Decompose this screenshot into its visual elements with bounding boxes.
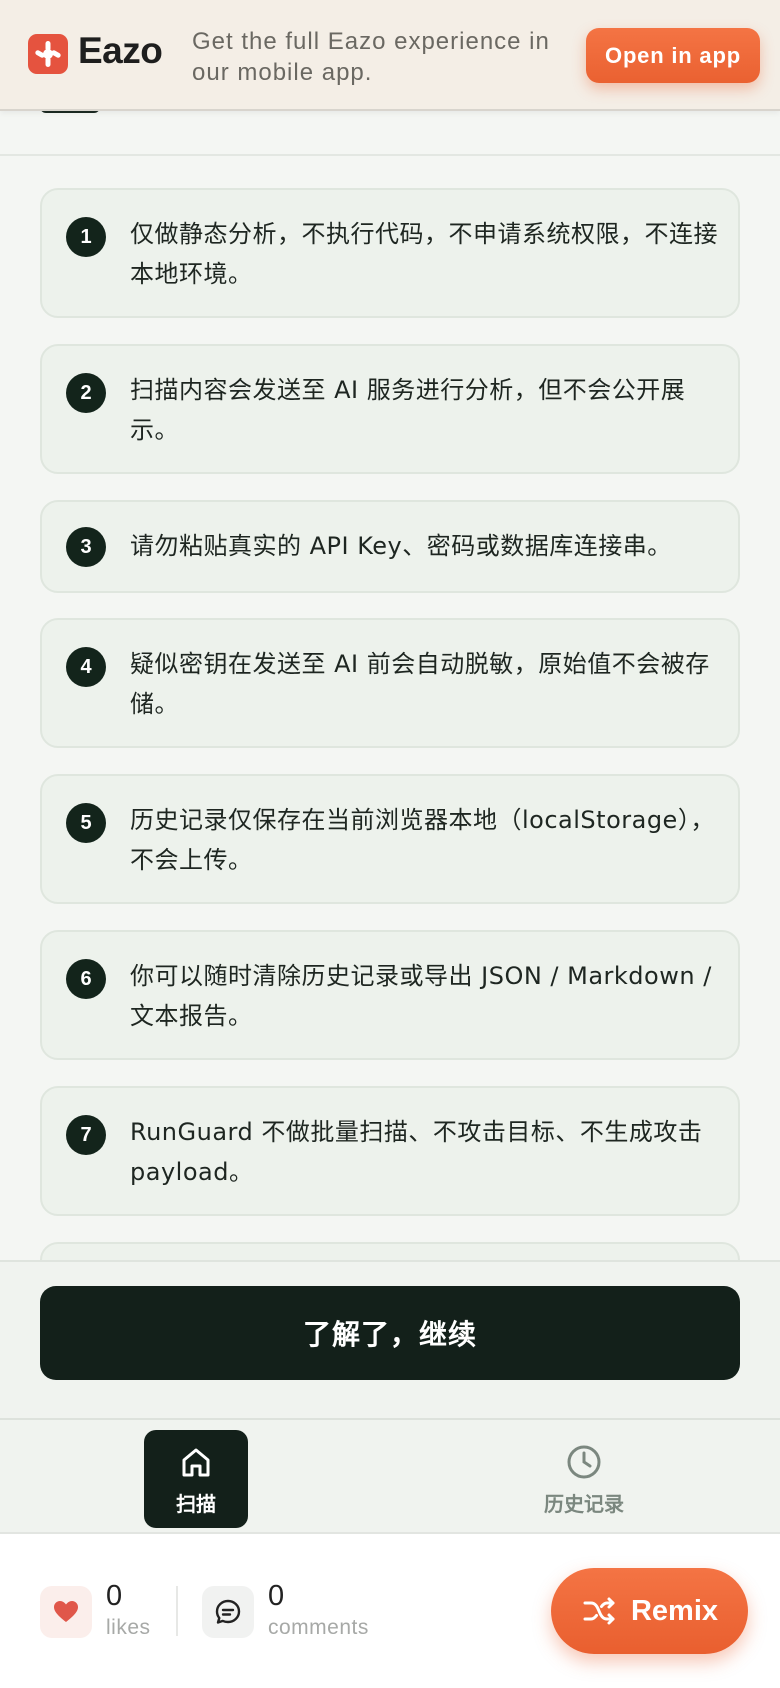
- heart-icon: [54, 1601, 78, 1622]
- comment-icon: [215, 1599, 241, 1624]
- list-item: 5 历史记录仅保存在当前浏览器本地（localStorage），不会上传。: [40, 774, 740, 904]
- item-number: 4: [66, 647, 106, 687]
- comments-count: 0: [268, 1580, 285, 1612]
- remix-button[interactable]: Remix: [551, 1568, 748, 1654]
- item-number: 1: [66, 217, 106, 257]
- tab-history[interactable]: 历史记录: [532, 1430, 636, 1528]
- list-item: 4 疑似密钥在发送至 AI 前会自动脱敏，原始值不会被存储。: [40, 618, 740, 748]
- continue-button[interactable]: 了解了，继续: [40, 1286, 740, 1380]
- banner-message: Get the full Eazo experience in our mobi…: [192, 28, 550, 86]
- divider: [0, 154, 780, 156]
- item-number: 2: [66, 373, 106, 413]
- item-text: 你可以随时清除历史记录或导出 JSON / Markdown / 文本报告。: [130, 962, 712, 1030]
- item-text: 请勿粘贴真实的 API Key、密码或数据库连接串。: [130, 532, 672, 560]
- item-number: 7: [66, 1115, 106, 1155]
- tab-bar: 扫描 历史记录: [0, 1418, 780, 1534]
- eazo-logo-icon: [28, 34, 68, 74]
- list-item: 2 扫描内容会发送至 AI 服务进行分析，但不会公开展示。: [40, 344, 740, 474]
- shuffle-icon: [583, 1597, 615, 1625]
- item-text: 仅做静态分析，不执行代码，不申请系统权限，不连接本地环境。: [130, 220, 718, 288]
- item-number: 6: [66, 959, 106, 999]
- item-text: RunGuard 不做批量扫描、不攻击目标、不生成攻击 payload。: [130, 1118, 703, 1186]
- item-number: 3: [66, 527, 106, 567]
- list-item: 1 仅做静态分析，不执行代码，不申请系统权限，不连接本地环境。: [40, 188, 740, 318]
- home-icon: [182, 1448, 210, 1476]
- footer-divider: [176, 1586, 178, 1636]
- open-in-app-button[interactable]: Open in app: [586, 28, 760, 83]
- comment-button[interactable]: [202, 1586, 254, 1638]
- item-text: 疑似密钥在发送至 AI 前会自动脱敏，原始值不会被存储。: [130, 650, 710, 718]
- app-banner: Eazo Get the full Eazo experience in our…: [0, 0, 780, 111]
- item-text: 扫描内容会发送至 AI 服务进行分析，但不会公开展示。: [130, 376, 686, 444]
- likes-count: 0: [106, 1580, 123, 1612]
- item-number: 5: [66, 803, 106, 843]
- remix-label: Remix: [630, 1594, 719, 1627]
- like-button[interactable]: [40, 1586, 92, 1638]
- item-text: 历史记录仅保存在当前浏览器本地（localStorage），不会上传。: [130, 806, 715, 874]
- tab-label: 扫描: [176, 1491, 216, 1516]
- list-item: 6 你可以随时清除历史记录或导出 JSON / Markdown / 文本报告。: [40, 930, 740, 1060]
- comments-label: comments: [268, 1616, 369, 1639]
- clock-icon: [567, 1445, 601, 1478]
- brand-name: Eazo: [78, 30, 163, 71]
- list-item: 3 请勿粘贴真实的 API Key、密码或数据库连接串。: [40, 500, 740, 593]
- list-item: 7 RunGuard 不做批量扫描、不攻击目标、不生成攻击 payload。: [40, 1086, 740, 1216]
- tab-scan[interactable]: 扫描: [144, 1430, 248, 1528]
- tab-label: 历史记录: [544, 1491, 624, 1516]
- likes-label: likes: [106, 1616, 151, 1639]
